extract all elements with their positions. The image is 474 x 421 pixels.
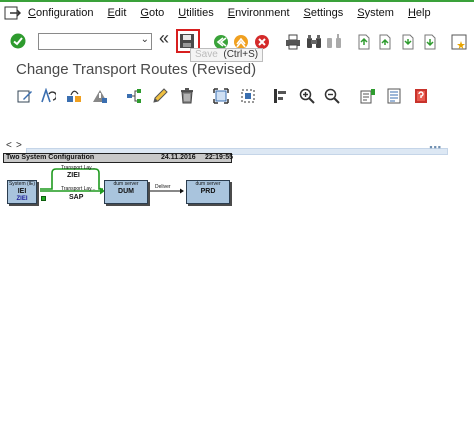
command-field[interactable]: ⌄ (38, 33, 152, 52)
command-dropdown-icon[interactable]: ⌄ (141, 34, 149, 45)
menu-bar: Configuration Edit Goto Utilities Enviro… (0, 2, 474, 24)
menu-system[interactable]: System (357, 7, 394, 19)
help-book-icon[interactable] (413, 88, 429, 104)
exit-menu-icon[interactable] (4, 5, 22, 21)
scroll-grip-icon[interactable]: ▪▪▪ (429, 142, 442, 152)
route-name-sap: SAP (69, 194, 84, 201)
find-binoculars-icon[interactable] (306, 34, 322, 50)
next-page-icon[interactable] (400, 34, 416, 50)
menu-utilities[interactable]: Utilities (178, 7, 213, 19)
first-page-icon[interactable] (356, 34, 372, 50)
adjust-icon[interactable] (40, 88, 56, 104)
last-page-icon[interactable] (422, 34, 438, 50)
display-change-icon[interactable] (17, 88, 33, 104)
save-tooltip: Save (Ctrl+S) (190, 48, 264, 62)
application-toolbar (0, 84, 474, 108)
menu-configuration[interactable]: Configuration (28, 7, 93, 19)
select-area-icon[interactable] (240, 88, 256, 104)
enter-checkmark-icon[interactable] (10, 33, 26, 49)
zoom-out-icon[interactable] (324, 88, 340, 104)
hierarchy-icon[interactable] (126, 88, 142, 104)
menu-environment[interactable]: Environment (228, 7, 290, 19)
back-chevron-icon[interactable]: « (159, 28, 169, 49)
zoom-in-icon[interactable] (299, 88, 315, 104)
edit-pencil-icon[interactable] (152, 88, 168, 104)
page-title: Change Transport Routes (Revised) (16, 61, 257, 78)
system-box-dum[interactable]: dum server DUM (104, 180, 148, 204)
activate-icon[interactable] (92, 88, 108, 104)
menu-help[interactable]: Help (408, 7, 431, 19)
list-document-icon[interactable] (386, 88, 402, 104)
transport-route-diagram: Two System Configuration 24.11.2016 22:1… (3, 153, 233, 219)
menu-settings[interactable]: Settings (304, 7, 344, 19)
horizontal-scrollbar[interactable]: < > ▪▪▪ (4, 140, 448, 155)
overview-icon[interactable] (360, 88, 376, 104)
system-box-prd[interactable]: dum server PRD (186, 180, 230, 204)
menu-goto[interactable]: Goto (140, 7, 164, 19)
distribute-icon[interactable] (66, 88, 82, 104)
delete-trash-icon[interactable] (179, 88, 195, 104)
fit-to-screen-icon[interactable] (213, 88, 229, 104)
delivery-label: Deliver (155, 184, 171, 190)
find-next-icon[interactable] (326, 34, 342, 50)
route-name-ziei: ZIEI (67, 172, 80, 179)
green-status-square (41, 196, 46, 201)
menu-edit[interactable]: Edit (107, 7, 126, 19)
align-left-icon[interactable] (273, 88, 289, 104)
new-session-icon[interactable] (451, 34, 467, 50)
scroll-left-icon[interactable]: < (6, 140, 12, 151)
route-label-upper: Transport Lay... (61, 165, 96, 171)
route-label-lower: Transport Lay... (61, 186, 96, 192)
command-input[interactable] (39, 37, 134, 52)
print-icon[interactable] (285, 34, 301, 50)
previous-page-icon[interactable] (377, 34, 393, 50)
scroll-right-icon[interactable]: > (16, 140, 22, 151)
system-box-iei[interactable]: System (IE) IEI ZIEI (7, 180, 37, 204)
